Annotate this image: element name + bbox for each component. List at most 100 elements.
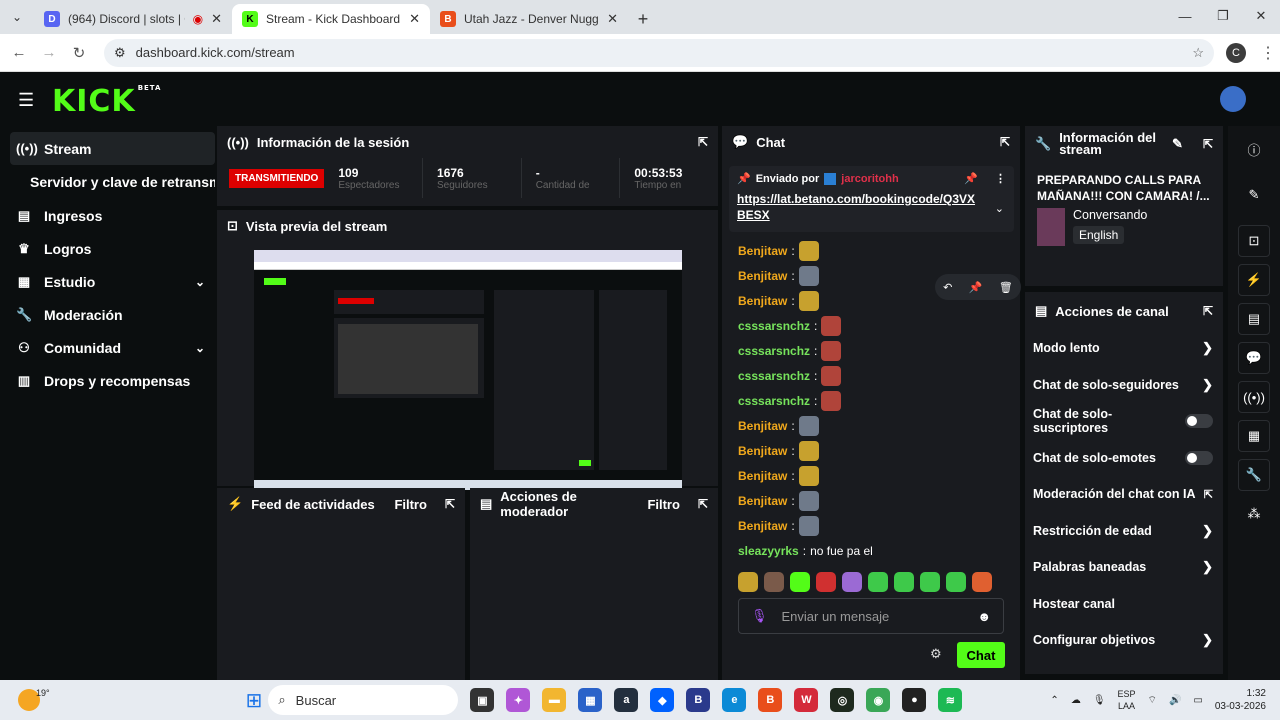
forward-icon[interactable]: → (34, 44, 64, 61)
back-icon[interactable]: ← (4, 44, 34, 61)
reload-icon[interactable]: ↻ (64, 44, 94, 62)
b-app-icon[interactable]: B (686, 688, 711, 712)
edit-pencil-icon[interactable]: ✎ (1238, 179, 1270, 211)
sidebar-item-stream[interactable]: ((•)) Stream (10, 132, 215, 165)
obs-icon[interactable]: ● (902, 688, 927, 712)
sidebar-item-estudio[interactable]: ▦ Estudio ⌄ (10, 265, 215, 298)
channel-action-row[interactable]: Chat de solo-seguidores ❯ (1025, 367, 1223, 404)
popout-icon[interactable]: ⇱ (1203, 138, 1213, 150)
windows-start-icon[interactable]: ⊞ (246, 688, 263, 713)
url-field[interactable]: ⚙ dashboard.kick.com/stream ☆ (104, 38, 1214, 67)
channel-action-row[interactable]: Configurar objetivos ❯ (1025, 622, 1223, 659)
channel-action-row[interactable]: Hostear canal (1025, 586, 1223, 623)
edge-icon[interactable]: e (722, 688, 747, 712)
chat-username[interactable]: Benjitaw (738, 519, 787, 533)
language-indicator[interactable]: ESP LAA (1118, 688, 1136, 712)
battery-icon[interactable]: ▭ (1193, 695, 1202, 706)
emote-icon[interactable] (972, 572, 992, 592)
sidebar-item-moderacion[interactable]: 🔧 Moderación (10, 298, 215, 331)
chat-username[interactable]: csssarsnchz (738, 394, 810, 408)
chat-username[interactable]: Benjitaw (738, 469, 787, 483)
close-window-icon[interactable]: ✕ (1242, 0, 1280, 32)
chat-username[interactable]: Benjitaw (738, 444, 787, 458)
taskbar-search[interactable]: ⌕ Buscar (268, 685, 459, 715)
dropbox-icon[interactable]: ◆ (650, 688, 675, 712)
chat-username[interactable]: csssarsnchz (738, 344, 810, 358)
wrench-widget-icon[interactable]: 🔧 (1238, 459, 1270, 491)
close-tab-icon[interactable]: ✕ (607, 11, 618, 27)
minimize-icon[interactable]: — (1166, 0, 1204, 32)
wifi-icon[interactable]: ⌔ (1148, 694, 1157, 707)
spotify-icon[interactable]: ≋ (938, 688, 963, 712)
settings-nodes-icon[interactable]: ⁂ (1238, 498, 1270, 530)
emote-icon[interactable] (946, 572, 966, 592)
channel-widget-icon[interactable]: ▦ (1238, 420, 1270, 452)
emote-icon[interactable] (920, 572, 940, 592)
kick-logo[interactable]: KICK BETA (52, 84, 161, 119)
emote-icon[interactable] (842, 572, 862, 592)
lightning-widget-icon[interactable]: ⚡ (1238, 264, 1270, 296)
close-tab-icon[interactable]: ✕ (409, 11, 420, 27)
popout-icon[interactable]: ⇱ (698, 497, 708, 511)
chat-username[interactable]: Benjitaw (738, 419, 787, 433)
chat-username[interactable]: Benjitaw (738, 244, 787, 258)
sidebar-item-logros[interactable]: ♛ Logros (10, 232, 215, 265)
filter-button[interactable]: Filtro (647, 497, 680, 512)
unpin-icon[interactable]: 📌 (964, 172, 978, 185)
toggle-switch[interactable] (1185, 450, 1213, 465)
close-tab-icon[interactable]: ✕ (211, 11, 222, 27)
pinned-link[interactable]: https://lat.betano.com/bookingcode/Q3VXB… (737, 191, 982, 223)
amazon-icon[interactable]: a (614, 688, 639, 712)
popout-icon[interactable]: ⇱ (1000, 135, 1010, 149)
pinned-username[interactable]: jarcoritohh (841, 173, 898, 185)
chat-username[interactable]: csssarsnchz (738, 319, 810, 333)
pin-icon[interactable]: 📌 (969, 281, 983, 294)
browser-tab-kick[interactable]: K Stream - Kick Dashboard ✕ (232, 4, 430, 34)
category-thumbnail[interactable] (1037, 208, 1065, 246)
maximize-icon[interactable]: ❐ (1204, 0, 1242, 32)
bookmark-star-icon[interactable]: ☆ (1192, 45, 1204, 61)
chat-username[interactable]: sleazyyrks (738, 544, 799, 558)
popout-icon[interactable]: ⇱ (445, 497, 455, 511)
emote-icon[interactable] (894, 572, 914, 592)
sidebar-item-drops[interactable]: ▥ Drops y recompensas (10, 364, 215, 397)
broadcast-widget-icon[interactable]: ((•)) (1238, 381, 1270, 413)
channel-action-row[interactable]: Moderación del chat con IA ⇱ (1025, 476, 1223, 513)
channel-action-row[interactable]: Palabras baneadas ❯ (1025, 549, 1223, 586)
edit-pencil-icon[interactable]: ✎ (1172, 137, 1183, 150)
site-info-icon[interactable]: ⚙ (114, 45, 126, 61)
sidebar-item-ingresos[interactable]: ▤ Ingresos (10, 199, 215, 232)
category-name[interactable]: Conversando (1073, 208, 1147, 222)
document-widget-icon[interactable]: ▤ (1238, 303, 1270, 335)
chat-username[interactable]: Benjitaw (738, 294, 787, 308)
menu-dots-icon[interactable]: ⋮ (1260, 43, 1276, 63)
emote-icon[interactable] (868, 572, 888, 592)
chat-username[interactable]: csssarsnchz (738, 369, 810, 383)
chat-widget-icon[interactable]: 💬 (1238, 342, 1270, 374)
chevron-down-icon[interactable]: ⌄ (995, 202, 1004, 215)
chat-input[interactable]: 🎙 Enviar un mensaje ☻ (738, 598, 1004, 634)
reply-icon[interactable]: ↶ (943, 281, 952, 294)
new-tab-button[interactable]: + (628, 4, 658, 34)
emote-icon[interactable] (790, 572, 810, 592)
cloud-icon[interactable]: ☁ (1071, 695, 1081, 706)
send-chat-button[interactable]: Chat (957, 642, 1005, 668)
browser-tab-discord[interactable]: D (964) Discord | slots | Que E ◉ ✕ (34, 4, 232, 34)
speaker-icon[interactable]: 🔊 (1169, 695, 1181, 706)
chevron-up-icon[interactable]: ⌃ (1050, 695, 1058, 706)
channel-action-row[interactable]: Modo lento ❯ (1025, 330, 1223, 367)
profile-avatar[interactable]: C (1226, 42, 1246, 63)
more-dots-icon[interactable]: ⋮ (995, 172, 1006, 185)
channel-action-row[interactable]: Chat de solo-emotes (1025, 440, 1223, 477)
channel-action-row[interactable]: Restricción de edad ❯ (1025, 513, 1223, 550)
popout-icon[interactable]: ⇱ (1203, 304, 1213, 318)
emote-icon[interactable] (816, 572, 836, 592)
emote-icon[interactable] (738, 572, 758, 592)
popout-icon[interactable]: ⇱ (698, 135, 708, 149)
info-icon[interactable]: ⓘ (1238, 133, 1270, 165)
sidebar-item-server-key[interactable]: Servidor y clave de retransm (10, 165, 215, 199)
emote-icon[interactable] (764, 572, 784, 592)
channel-action-row[interactable]: Chat de solo-suscriptores (1025, 403, 1223, 440)
filter-button[interactable]: Filtro (394, 497, 427, 512)
emoji-icon[interactable]: ☻ (977, 609, 991, 624)
